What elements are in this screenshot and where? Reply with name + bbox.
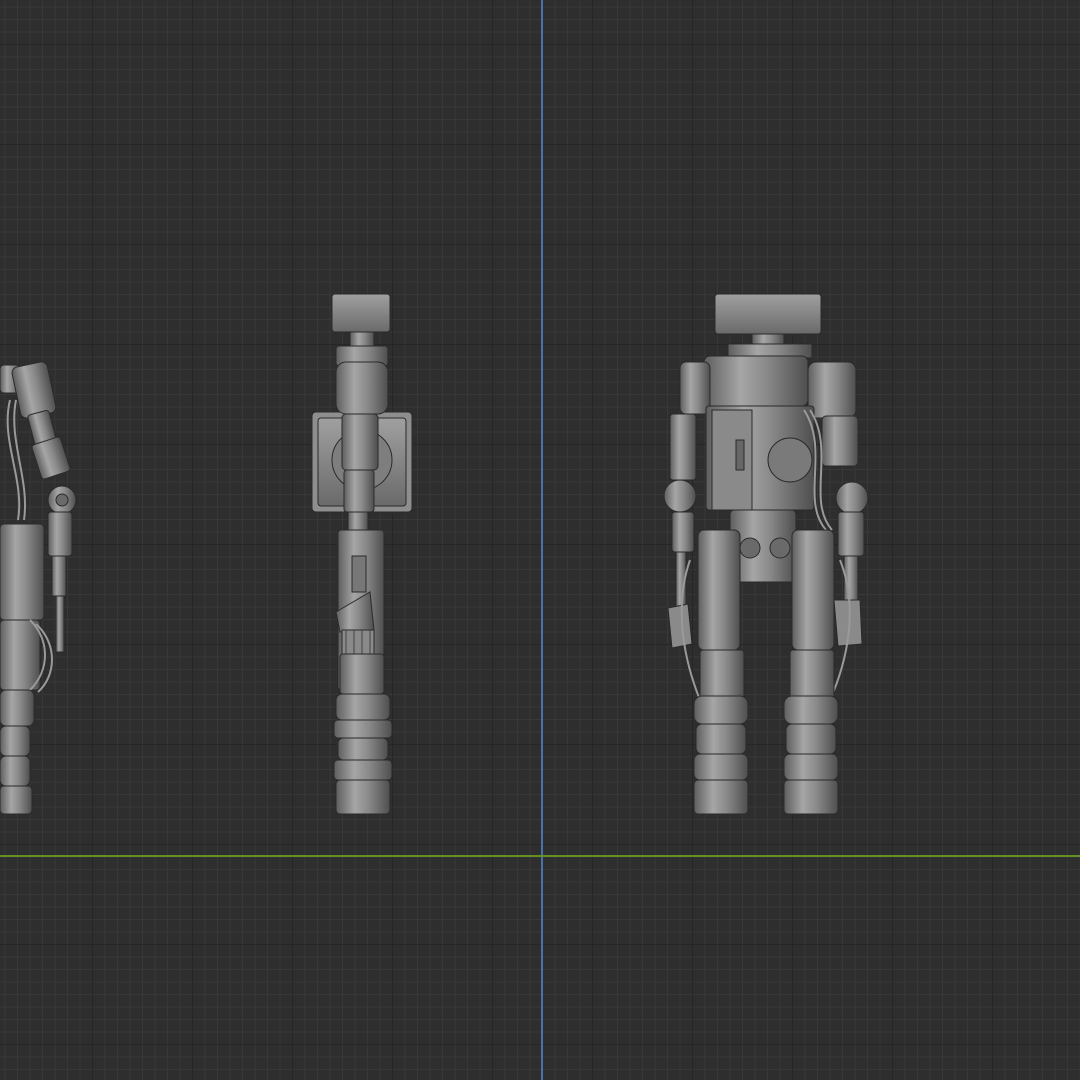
3d-viewport[interactable] [0,0,1080,1080]
robot-back-view[interactable] [663,293,869,815]
robot-profile-view[interactable] [311,293,413,815]
scene-canvas [0,293,869,815]
robot-side-view[interactable] [0,361,77,815]
